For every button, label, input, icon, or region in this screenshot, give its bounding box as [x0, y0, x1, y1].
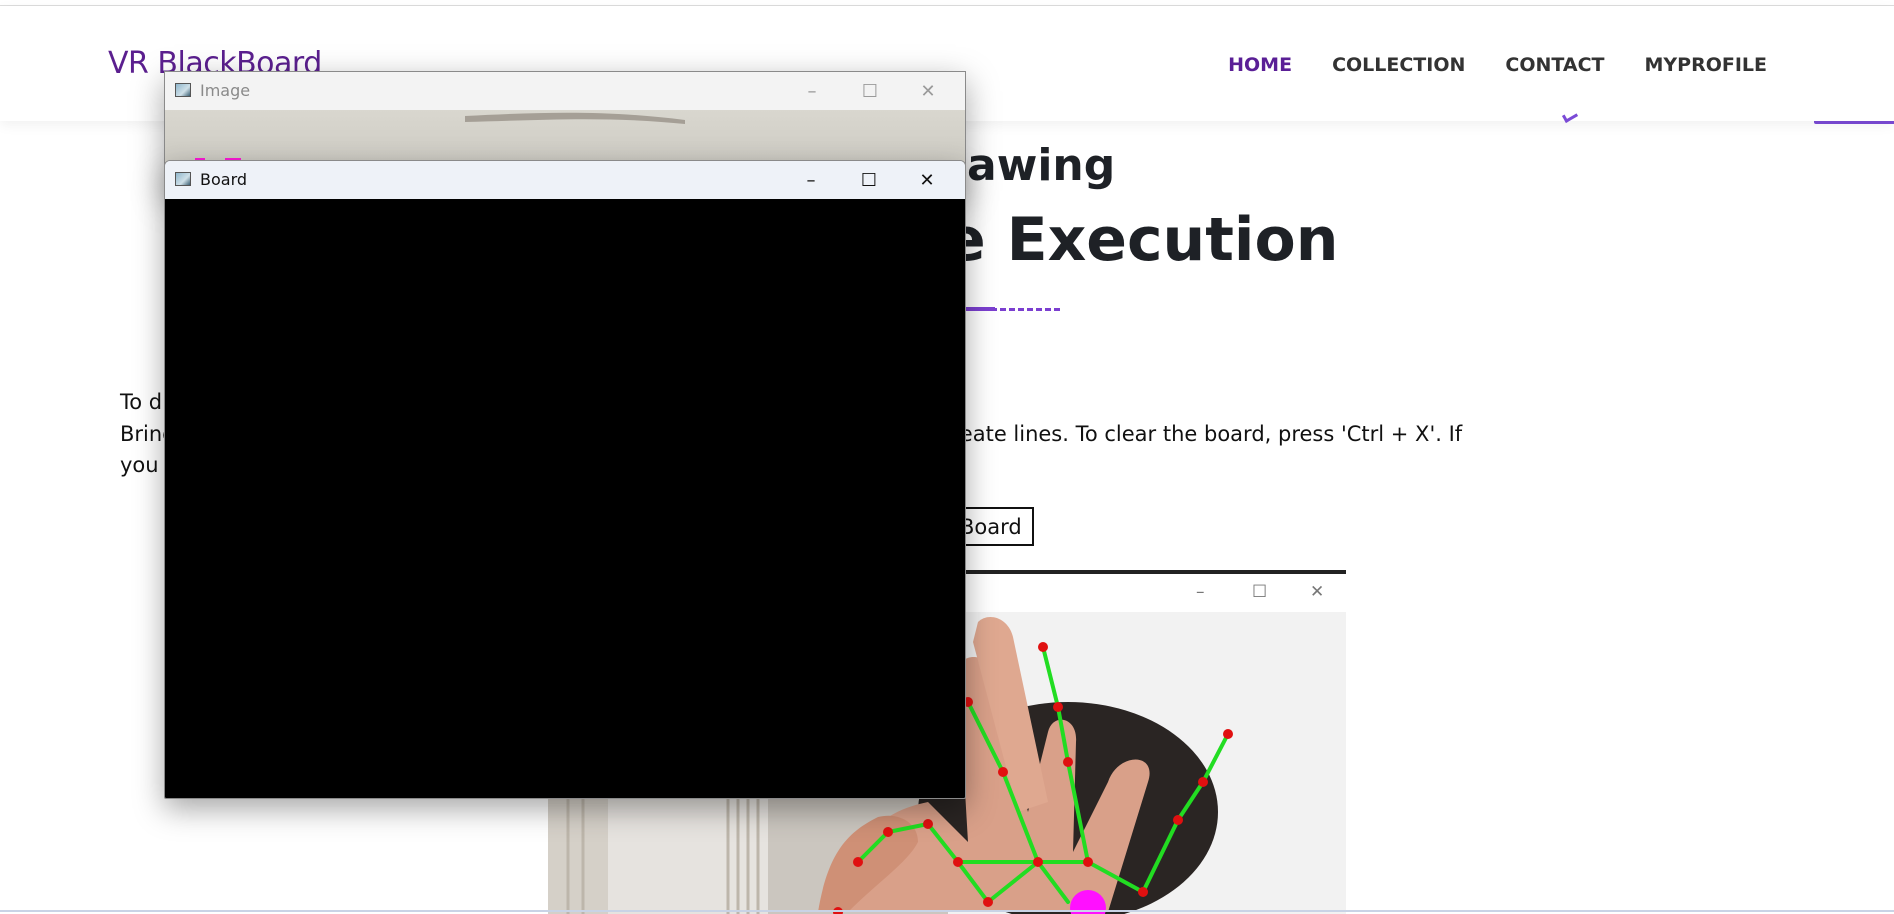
figure-minimize-icon[interactable]: – — [1196, 582, 1205, 602]
image-maximize-icon[interactable]: ☐ — [841, 72, 899, 110]
window-bottom-border — [0, 910, 1894, 912]
figure-maximize-icon[interactable]: ☐ — [1252, 582, 1267, 602]
image-window-titlebar[interactable]: Image – ☐ ✕ — [165, 72, 965, 110]
board-window-titlebar[interactable]: Board – ☐ ✕ — [165, 161, 965, 199]
board-window-title: Board — [200, 170, 248, 189]
image-close-icon[interactable]: ✕ — [899, 72, 957, 110]
board-minimize-icon[interactable]: – — [782, 161, 840, 199]
image-window-title: Image — [200, 81, 251, 100]
board-maximize-icon[interactable]: ☐ — [840, 161, 898, 199]
board-window[interactable]: Board – ☐ ✕ — [164, 160, 966, 799]
section-heading-large: e Execution — [945, 205, 1339, 275]
board-close-icon[interactable]: ✕ — [898, 161, 956, 199]
nav-collection[interactable]: COLLECTION — [1332, 54, 1465, 76]
nav-home[interactable]: HOME — [1228, 54, 1292, 76]
image-minimize-icon[interactable]: – — [783, 72, 841, 110]
nav-contact[interactable]: CONTACT — [1505, 54, 1604, 76]
drawing-canvas[interactable] — [165, 199, 965, 798]
section-heading-small: awing — [967, 140, 1116, 191]
main-nav: HOME COLLECTION CONTACT MYPROFILE — [1228, 54, 1767, 76]
figure-close-icon[interactable]: ✕ — [1310, 582, 1324, 602]
opencv-window-icon — [175, 172, 191, 186]
nav-myprofile[interactable]: MYPROFILE — [1644, 54, 1767, 76]
opencv-window-icon — [175, 83, 191, 97]
